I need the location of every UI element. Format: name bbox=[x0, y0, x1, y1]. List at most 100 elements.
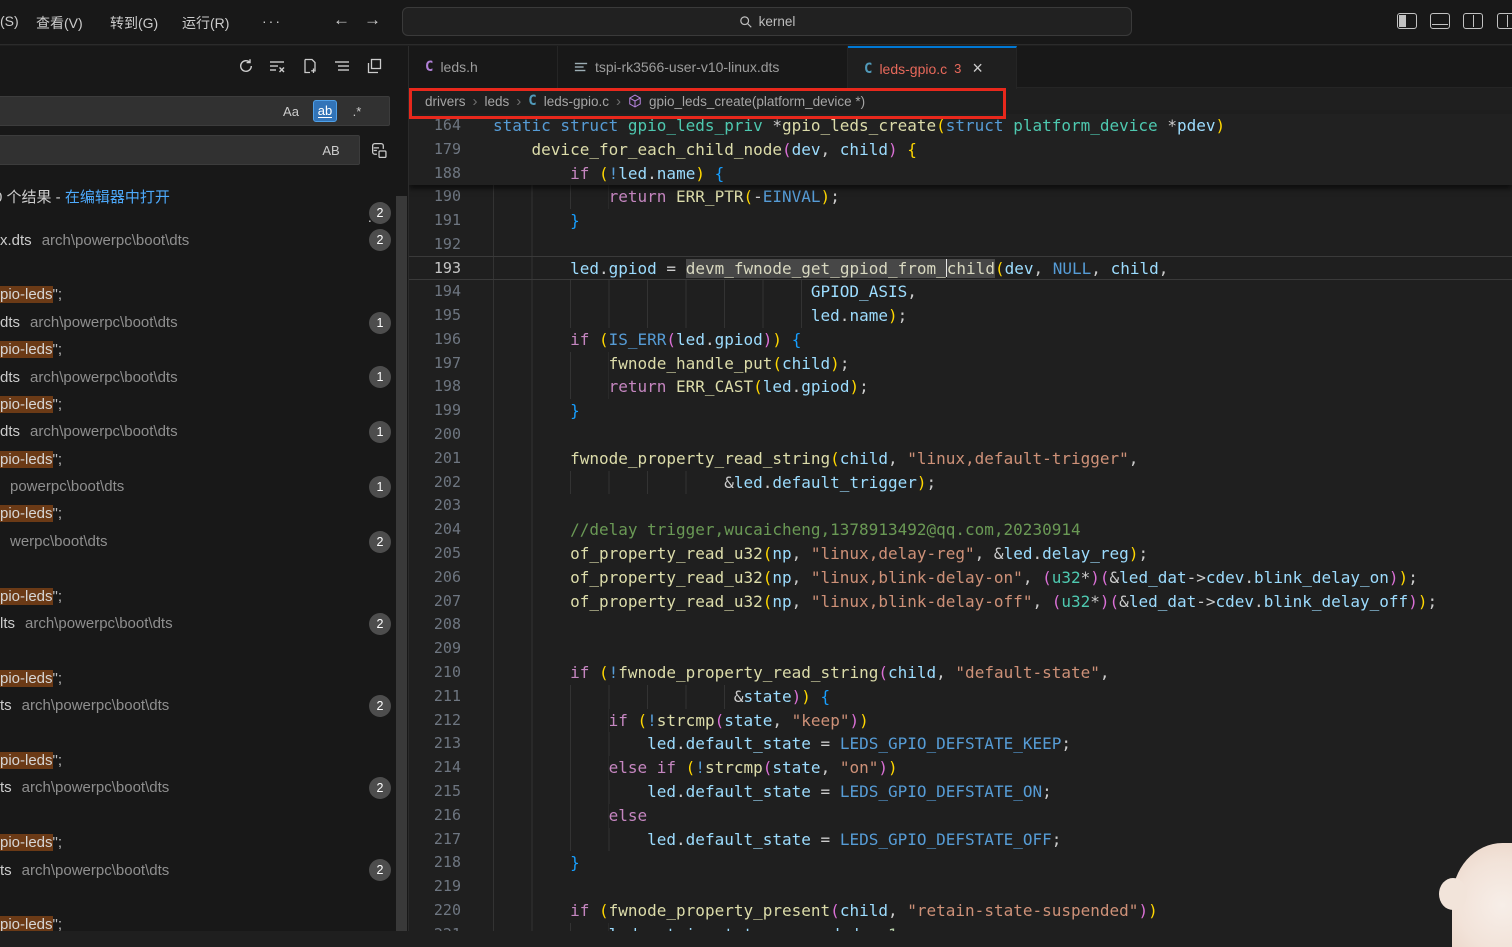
search-result-match-row[interactable]: pio-leds"; bbox=[0, 665, 408, 692]
line-number[interactable]: 195 bbox=[409, 304, 461, 328]
search-result-match-row[interactable]: pio-leds"; bbox=[0, 582, 408, 609]
search-result-file-row[interactable]: ltsarch\powerpc\boot\dts2 bbox=[0, 610, 408, 637]
line-number[interactable]: 196 bbox=[409, 328, 461, 352]
code-line[interactable]: 206 of_property_read_u32(np, "linux,blin… bbox=[409, 566, 1512, 590]
code-line[interactable]: 216 else bbox=[409, 804, 1512, 828]
tab-leds-h[interactable]: C leds.h bbox=[409, 46, 558, 88]
code-line[interactable]: 221 led.retain_state_suspended = 1; bbox=[409, 923, 1512, 931]
menu-item-go[interactable]: 转到(G) bbox=[110, 13, 158, 33]
line-number[interactable]: 219 bbox=[409, 875, 461, 899]
menu-item-run[interactable]: 运行(R) bbox=[182, 13, 229, 33]
line-number[interactable]: 201 bbox=[409, 447, 461, 471]
tab-leds-gpio-c[interactable]: C leds-gpio.c 3 × bbox=[848, 46, 1017, 89]
line-number[interactable]: 204 bbox=[409, 518, 461, 542]
search-result-empty-row[interactable] bbox=[0, 254, 408, 281]
search-input[interactable]: Aa ab .* bbox=[0, 96, 390, 126]
search-result-file-row[interactable]: tsarch\powerpc\boot\dts2 bbox=[0, 856, 408, 883]
search-result-empty-row[interactable] bbox=[0, 555, 408, 582]
customize-layout-icon[interactable] bbox=[1497, 13, 1512, 29]
search-result-match-row[interactable]: pio-leds"; bbox=[0, 500, 408, 527]
line-number[interactable]: 208 bbox=[409, 613, 461, 637]
code-line[interactable]: 193 led.gpiod = devm_fwnode_get_gpiod_fr… bbox=[409, 256, 1512, 280]
code-line[interactable]: 208 bbox=[409, 613, 1512, 637]
breadcrumb-item-symbol[interactable]: gpio_leds_create(platform_device *) bbox=[649, 94, 865, 109]
line-number[interactable]: 164 bbox=[409, 114, 461, 138]
code-line[interactable]: 201 fwnode_property_read_string(child, "… bbox=[409, 447, 1512, 471]
code-line[interactable]: 219 bbox=[409, 875, 1512, 899]
search-result-match-row[interactable]: pio-leds"; bbox=[0, 391, 408, 418]
toggle-secondary-sidebar-icon[interactable] bbox=[1463, 13, 1483, 29]
line-number[interactable]: 202 bbox=[409, 471, 461, 495]
menu-item-view[interactable]: 查看(V) bbox=[36, 13, 83, 33]
forward-arrow-icon[interactable]: → bbox=[364, 10, 381, 30]
search-result-file-row[interactable]: dtsarch\powerpc\boot\dts1 bbox=[0, 418, 408, 445]
line-number[interactable]: 215 bbox=[409, 780, 461, 804]
search-result-match-row[interactable]: pio-leds"; bbox=[0, 747, 408, 774]
code-line[interactable]: 203 bbox=[409, 494, 1512, 518]
collapse-all-icon[interactable] bbox=[362, 54, 386, 78]
search-result-empty-row[interactable] bbox=[0, 719, 408, 746]
code-line[interactable]: 198 return ERR_CAST(led.gpiod); bbox=[409, 375, 1512, 399]
line-number[interactable]: 193 bbox=[409, 257, 461, 281]
line-number[interactable]: 179 bbox=[409, 138, 461, 162]
code-line[interactable]: 210 if (!fwnode_property_read_string(chi… bbox=[409, 661, 1512, 685]
line-number[interactable]: 206 bbox=[409, 566, 461, 590]
code-line[interactable]: 211 &state)) { bbox=[409, 685, 1512, 709]
breadcrumb-item-file[interactable]: leds-gpio.c bbox=[544, 94, 609, 109]
search-result-match-row[interactable]: pio-leds"; bbox=[0, 336, 408, 363]
line-number[interactable]: 205 bbox=[409, 542, 461, 566]
code-line[interactable]: 199 } bbox=[409, 399, 1512, 423]
code-line[interactable]: 218 } bbox=[409, 851, 1512, 875]
code-line[interactable]: 194 GPIOD_ASIS, bbox=[409, 280, 1512, 304]
sticky-line[interactable]: 164static struct gpio_leds_priv *gpio_le… bbox=[409, 114, 1512, 138]
line-number[interactable]: 213 bbox=[409, 732, 461, 756]
close-tab-icon[interactable]: × bbox=[972, 58, 983, 79]
search-result-file-row[interactable]: werpc\boot\dts2 bbox=[0, 528, 408, 555]
code-line[interactable]: 190 return ERR_PTR(-EINVAL); bbox=[409, 185, 1512, 209]
line-number[interactable]: 220 bbox=[409, 899, 461, 923]
line-number[interactable]: 216 bbox=[409, 804, 461, 828]
code-line[interactable]: 205 of_property_read_u32(np, "linux,dela… bbox=[409, 542, 1512, 566]
search-result-match-row[interactable]: pio-leds"; bbox=[0, 281, 408, 308]
toggle-primary-sidebar-icon[interactable] bbox=[1397, 13, 1417, 29]
match-case-toggle[interactable]: Aa bbox=[279, 100, 303, 122]
code-line[interactable]: 195 led.name); bbox=[409, 304, 1512, 328]
code-line[interactable]: 196 if (IS_ERR(led.gpiod)) { bbox=[409, 328, 1512, 352]
line-number[interactable]: 207 bbox=[409, 590, 461, 614]
code-line[interactable]: 217 led.default_state = LEDS_GPIO_DEFSTA… bbox=[409, 828, 1512, 852]
code-line[interactable]: 215 led.default_state = LEDS_GPIO_DEFSTA… bbox=[409, 780, 1512, 804]
line-number[interactable]: 199 bbox=[409, 399, 461, 423]
search-result-file-row[interactable]: 2 bbox=[0, 199, 408, 226]
refresh-icon[interactable] bbox=[234, 54, 258, 78]
line-number[interactable]: 217 bbox=[409, 828, 461, 852]
line-number[interactable]: 188 bbox=[409, 162, 461, 186]
line-number[interactable]: 218 bbox=[409, 851, 461, 875]
command-center-search[interactable]: kernel bbox=[402, 7, 1132, 36]
search-result-empty-row[interactable] bbox=[0, 637, 408, 664]
code-line[interactable]: 192 bbox=[409, 233, 1512, 257]
tab-tspi-dts[interactable]: tspi-rk3566-user-v10-linux.dts bbox=[558, 46, 848, 88]
open-new-search-editor-icon[interactable] bbox=[298, 54, 322, 78]
code-line[interactable]: 214 else if (!strcmp(state, "on")) bbox=[409, 756, 1512, 780]
breadcrumb-item-leds[interactable]: leds bbox=[485, 94, 510, 109]
whole-word-toggle[interactable]: ab bbox=[313, 100, 337, 122]
line-number[interactable]: 200 bbox=[409, 423, 461, 447]
sticky-line[interactable]: 188 if (!led.name) { bbox=[409, 162, 1512, 186]
menu-more-icon[interactable]: ··· bbox=[262, 13, 282, 29]
code-line[interactable]: 220 if (fwnode_property_present(child, "… bbox=[409, 899, 1512, 923]
search-result-match-row[interactable]: pio-leds"; bbox=[0, 829, 408, 856]
search-result-file-row[interactable]: x.dtsarch\powerpc\boot\dts2 bbox=[0, 226, 408, 253]
line-number[interactable]: 191 bbox=[409, 209, 461, 233]
code-line[interactable]: 200 bbox=[409, 423, 1512, 447]
line-number[interactable]: 211 bbox=[409, 685, 461, 709]
line-number[interactable]: 203 bbox=[409, 494, 461, 518]
code-line[interactable]: 197 fwnode_handle_put(child); bbox=[409, 352, 1512, 376]
line-number[interactable]: 214 bbox=[409, 756, 461, 780]
breadcrumb-item-drivers[interactable]: drivers bbox=[425, 94, 466, 109]
line-number[interactable]: 221 bbox=[409, 923, 461, 931]
line-number[interactable]: 209 bbox=[409, 637, 461, 661]
line-number[interactable]: 190 bbox=[409, 185, 461, 209]
search-result-empty-row[interactable] bbox=[0, 884, 408, 911]
search-result-file-row[interactable]: dtsarch\powerpc\boot\dts1 bbox=[0, 363, 408, 390]
search-result-match-row[interactable]: pio-leds"; bbox=[0, 911, 408, 931]
